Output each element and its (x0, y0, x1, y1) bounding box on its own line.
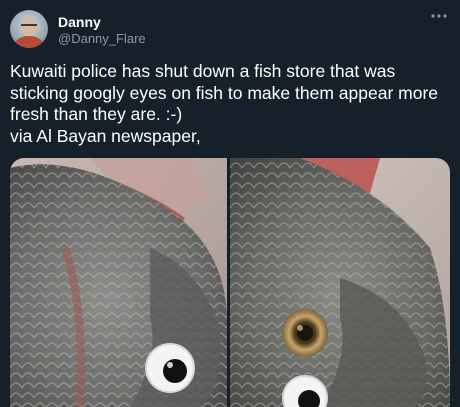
tweet-text-line: fresh than they are. :-) (10, 104, 183, 124)
display-name[interactable]: Danny (58, 14, 101, 30)
tweet: Danny @Danny_Flare Kuwaiti police has sh… (0, 0, 460, 407)
tweet-media[interactable] (10, 158, 450, 407)
tweet-text: Kuwaiti police has shut down a fish stor… (10, 61, 455, 147)
tweet-text-line: via Al Bayan newspaper, (10, 125, 201, 146)
avatar-shirt (15, 36, 43, 48)
user-handle[interactable]: @Danny_Flare (58, 31, 146, 46)
tweet-text-line: Kuwaiti police has shut down a fish stor… (10, 61, 396, 81)
avatar-glasses (21, 24, 37, 30)
avatar[interactable] (10, 10, 48, 48)
fish-with-real-eye-photo[interactable] (230, 158, 450, 407)
fish-with-googly-eye-photo[interactable] (10, 158, 227, 407)
more-horizontal-icon[interactable] (428, 8, 450, 24)
tweet-text-line: sticking googly eyes on fish to make the… (10, 82, 438, 103)
